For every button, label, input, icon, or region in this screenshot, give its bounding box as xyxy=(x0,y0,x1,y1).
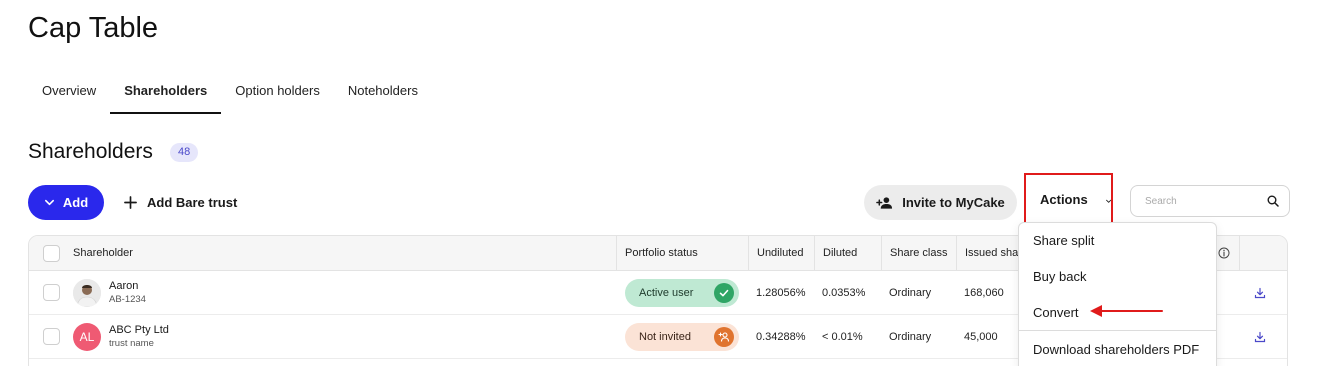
column-header-share-class[interactable]: Share class xyxy=(881,236,956,271)
diluted-cell: < 0.01% xyxy=(822,331,863,343)
shareholder-name-block: ABC Pty Ltd trust name xyxy=(109,324,169,350)
row-checkbox[interactable] xyxy=(43,284,60,301)
tab-shareholders[interactable]: Shareholders xyxy=(110,72,222,114)
status-label: Active user xyxy=(639,287,694,299)
shareholder-trust-name: trust name xyxy=(109,338,154,349)
column-header-actions xyxy=(1239,236,1287,271)
tab-noteholders[interactable]: Noteholders xyxy=(334,72,432,114)
column-header-diluted[interactable]: Diluted xyxy=(814,236,881,271)
menu-divider xyxy=(1019,330,1216,331)
column-header-undiluted[interactable]: Undiluted xyxy=(748,236,814,271)
issued-shares-cell: 168,060 xyxy=(964,287,1004,299)
download-icon[interactable] xyxy=(1254,331,1266,343)
shareholder-name[interactable]: Aaron xyxy=(109,280,146,293)
search-box xyxy=(1130,185,1290,217)
section-title: Shareholders xyxy=(28,140,153,163)
tab-overview[interactable]: Overview xyxy=(28,72,110,114)
shareholder-name[interactable]: ABC Pty Ltd xyxy=(109,324,169,337)
search-input[interactable] xyxy=(1145,195,1255,207)
shareholder-id: AB-1234 xyxy=(109,294,146,305)
check-icon xyxy=(714,283,734,303)
share-class-cell: Ordinary xyxy=(889,287,932,299)
undiluted-cell: 0.34288% xyxy=(756,331,806,343)
share-class-cell: Ordinary xyxy=(889,331,932,343)
chevron-down-icon xyxy=(44,199,54,206)
add-bare-trust-label: Add Bare trust xyxy=(147,195,238,210)
search-icon[interactable] xyxy=(1267,195,1279,207)
diluted-cell: 0.0353% xyxy=(822,287,866,299)
tab-option-holders[interactable]: Option holders xyxy=(221,72,334,114)
add-user-icon[interactable] xyxy=(714,327,734,347)
shareholder-name-block: Aaron AB-1234 xyxy=(109,280,146,306)
avatar: AL xyxy=(73,323,101,351)
add-bare-trust-button[interactable]: Add Bare trust xyxy=(124,185,237,220)
add-button[interactable]: Add xyxy=(28,185,104,220)
avatar xyxy=(73,279,101,307)
add-user-icon xyxy=(876,196,893,209)
annotation-arrow-icon xyxy=(1090,305,1163,317)
shareholder-count-badge: 48 xyxy=(170,143,199,162)
info-icon[interactable] xyxy=(1218,247,1230,259)
undiluted-cell: 1.28056% xyxy=(756,287,806,299)
column-header-portfolio-status[interactable]: Portfolio status xyxy=(616,236,748,271)
actions-label: Actions xyxy=(1040,192,1088,207)
invite-to-mycake-button[interactable]: Invite to MyCake xyxy=(864,185,1017,220)
issued-shares-cell: 45,000 xyxy=(964,331,998,343)
actions-menu: Share split Buy back Convert Download sh… xyxy=(1018,222,1217,366)
page-title: Cap Table xyxy=(28,12,159,44)
row-checkbox[interactable] xyxy=(43,328,60,345)
column-header-shareholder[interactable]: Shareholder xyxy=(29,236,616,271)
plus-icon xyxy=(124,196,137,209)
add-button-label: Add xyxy=(62,195,89,210)
status-badge: Not invited xyxy=(625,323,739,351)
status-badge: Active user xyxy=(625,279,739,307)
menu-item-download-shareholders-pdf[interactable]: Download shareholders PDF xyxy=(1019,332,1216,366)
chevron-down-icon xyxy=(1105,199,1111,203)
menu-item-share-split[interactable]: Share split xyxy=(1019,223,1216,259)
tab-bar: Overview Shareholders Option holders Not… xyxy=(28,72,432,114)
download-icon[interactable] xyxy=(1254,287,1266,299)
menu-item-buy-back[interactable]: Buy back xyxy=(1019,259,1216,295)
status-label: Not invited xyxy=(639,331,691,343)
actions-dropdown-button[interactable]: Actions xyxy=(1024,173,1113,226)
invite-label: Invite to MyCake xyxy=(902,195,1005,210)
